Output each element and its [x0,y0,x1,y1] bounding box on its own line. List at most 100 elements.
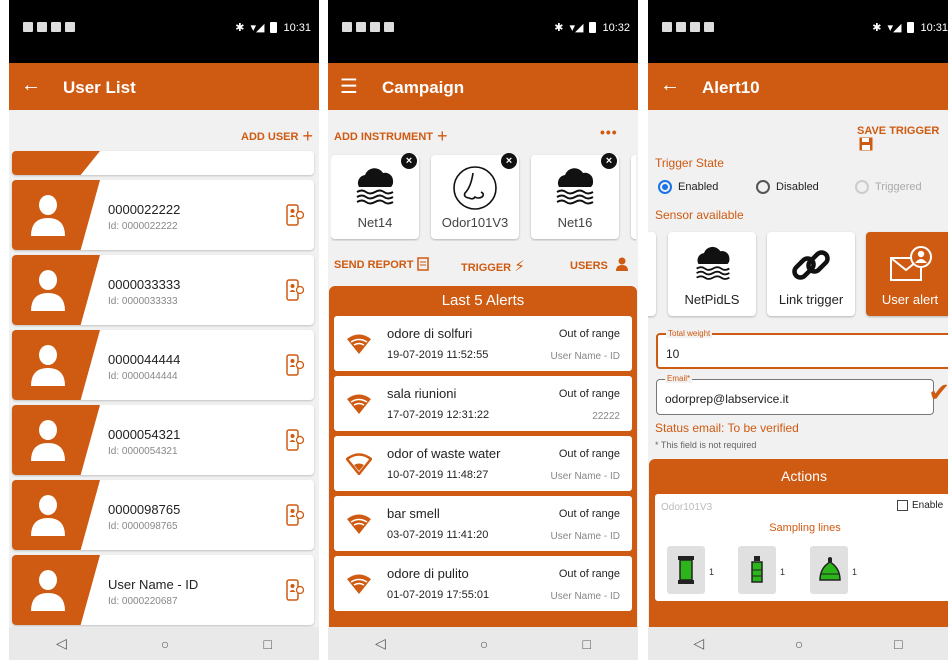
wifi-alert-icon [347,334,371,354]
instrument-card[interactable]: × Odor101V3 [431,153,519,239]
sampling-line[interactable]: 1 [810,546,857,594]
instrument-name: Odor101V3 [441,215,509,230]
cloud-water-icon [556,168,594,205]
user-card[interactable]: User Name - ID Id: 0000220687 [12,555,314,625]
alerts-title: Last 5 Alerts [441,292,525,309]
menu-icon[interactable]: ☰ [340,74,358,99]
list-item[interactable] [12,151,314,175]
field-note: * This field is not required [655,440,757,450]
sensor-card-selected[interactable]: User alert [866,232,948,316]
user-card[interactable]: 0000044444 Id: 0000044444 [12,330,314,400]
nav-back-icon[interactable]: ◁ [375,635,386,652]
page-title: User List [63,78,136,97]
notification-icons [662,22,714,32]
user-name: 0000044444 [108,352,181,367]
add-user-label: ADD USER [241,131,299,143]
nav-home-icon[interactable]: ○ [795,636,803,652]
radio-enabled[interactable]: Enabled [658,180,718,194]
email-field[interactable]: Email* odorprep@labservice.it [656,374,934,415]
status-right: ✱ ▾◢ 10:31 [872,21,948,35]
user-icon [615,257,628,271]
alert-name: odore di solfuri [387,326,473,341]
email-label: Email* [665,374,693,383]
nav-recents-icon[interactable]: □ [582,636,590,652]
add-user-button[interactable]: ADD USER + [241,126,313,147]
sensor-card[interactable]: Link trigger [767,232,855,316]
save-trigger-button[interactable]: SAVE TRIGGER [857,125,948,152]
instrument-card[interactable] [631,155,636,239]
sensor-card[interactable] [648,232,656,316]
user-card[interactable]: 0000033333 Id: 0000033333 [12,255,314,325]
device-user-icon[interactable] [286,204,304,226]
radio-disabled-label: Disabled [776,181,819,193]
instrument-card[interactable]: × Net16 [531,153,619,239]
link-icon [792,250,830,280]
nav-recents-icon[interactable]: □ [894,636,902,652]
remove-instrument-icon[interactable]: × [601,153,617,169]
remove-instrument-icon[interactable]: × [501,153,517,169]
send-report-label: SEND REPORT [334,259,414,271]
alert-screen: ✱ ▾◢ 10:31 ← Alert10 SAVE TRIGGER Trigge… [648,0,948,660]
user-name: 0000022222 [108,202,181,217]
nav-back-icon[interactable]: ◁ [693,635,704,652]
sensor-name: NetPidLS [684,292,740,307]
user-card[interactable]: 0000022222 Id: 0000022222 [12,180,314,250]
remove-instrument-icon[interactable]: × [401,153,417,169]
alert-card[interactable]: odore di solfuri 19-07-2019 11:52:55 Out o… [334,316,632,371]
sampling-line[interactable]: 1 [738,546,785,594]
action-instrument: Odor101V3 [661,502,713,513]
nav-home-icon[interactable]: ○ [161,636,169,652]
back-arrow-icon[interactable]: ← [21,74,41,97]
notification-icons [23,22,75,32]
user-list-screen: ✱ ▾◢ 10:31 ← User List ADD USER + 0000022… [9,0,319,660]
device-user-icon[interactable] [286,429,304,451]
alert-card[interactable]: sala riunioni 17-07-2019 12:31:22 Out of r… [334,376,632,431]
add-instrument-button[interactable]: ADD INSTRUMENT + [334,126,448,147]
radio-triggered-label: Triggered [875,181,922,193]
back-arrow-icon[interactable]: ← [660,74,680,97]
status-right: ✱ ▾◢ 10:31 [235,21,311,35]
plus-icon: + [302,126,313,146]
user-name: 0000033333 [108,277,181,292]
instrument-card[interactable]: × Net14 [331,153,419,239]
user-card[interactable]: 0000054321 Id: 0000054321 [12,405,314,475]
device-user-icon[interactable] [286,354,304,376]
trigger-button[interactable]: TRIGGER ⚡ [461,257,525,275]
sensor-card[interactable]: NetPidLS [668,232,756,316]
device-user-icon[interactable] [286,504,304,526]
add-instrument-label: ADD INSTRUMENT [334,131,433,143]
alert-card[interactable]: odor of waste water 10-07-2019 11:48:27 Ou… [334,436,632,491]
alert-date: 10-07-2019 11:48:27 [387,469,489,481]
status-email: Status email: To be verified [655,421,799,435]
more-options-icon[interactable]: ••• [600,124,618,140]
radio-enabled-label: Enabled [678,181,719,193]
send-report-button[interactable]: SEND REPORT [334,257,429,271]
total-weight-field[interactable]: Total weight 10 [656,329,948,369]
alert-user: User Name - ID [550,351,620,362]
enable-checkbox[interactable]: Enable [897,500,943,511]
app-bar: ← User List [9,63,319,110]
nav-home-icon[interactable]: ○ [480,636,488,652]
status-bar: ✱ ▾◢ 10:31 [648,0,948,63]
user-id: Id: 0000220687 [108,596,178,607]
radio-disabled[interactable]: Disabled [756,180,819,194]
device-user-icon[interactable] [286,579,304,601]
device-user-icon[interactable] [286,279,304,301]
avatar-icon [31,345,65,386]
sampling-line[interactable]: 1 [667,546,714,594]
user-card[interactable]: 0000098765 Id: 0000098765 [12,480,314,550]
lightning-icon: ⚡ [514,258,525,275]
action-card: Odor101V3 Enable Sampling lines 1 1 1 [655,494,948,601]
bluetooth-icon: ✱ [554,22,564,34]
sensor-carousel[interactable]: NetPidLS Link trigger User alert [648,229,948,319]
checkbox-icon [897,500,908,511]
nav-recents-icon[interactable]: □ [263,636,271,652]
alert-card[interactable]: odore di pulito 01-07-2019 17:55:01 Out of… [334,556,632,611]
nav-back-icon[interactable]: ◁ [56,635,67,652]
app-bar: ☰ Campaign [328,63,638,110]
alert-card[interactable]: bar smell 03-07-2019 11:41:20 Out of range… [334,496,632,551]
users-button[interactable]: USERS [570,257,629,272]
campaign-screen: ✱ ▾◢ 10:32 ☰ Campaign ADD INSTRUMENT + ••… [328,0,638,660]
avatar-icon [31,420,65,461]
instrument-carousel[interactable]: × Net14 × Odor101V3 × Net16 [331,149,636,241]
